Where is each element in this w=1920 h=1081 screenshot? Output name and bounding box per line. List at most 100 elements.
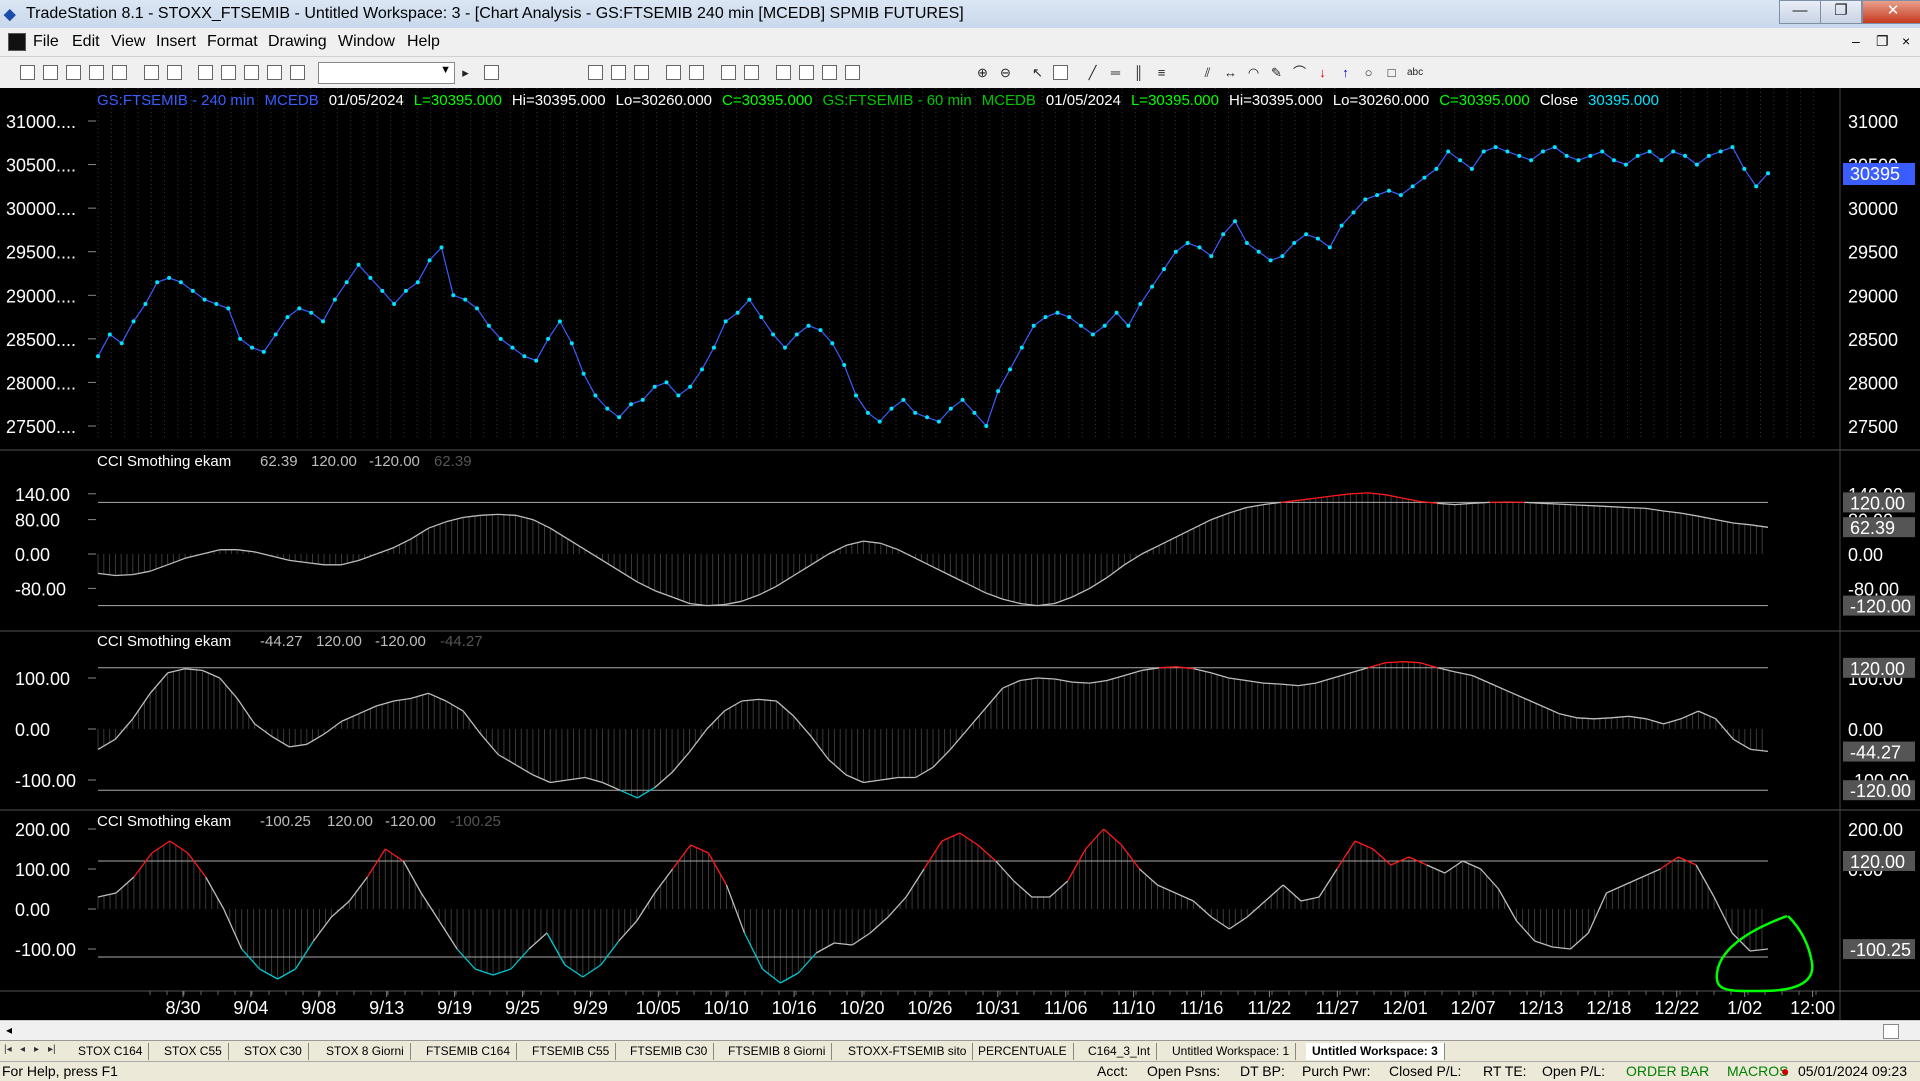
workspace-tab[interactable]: FTSEMIB C55 — [526, 1043, 616, 1060]
down-arrow-icon[interactable]: ↓ — [1315, 65, 1330, 80]
cut-icon[interactable] — [198, 65, 213, 80]
data-window-icon[interactable] — [1053, 65, 1068, 80]
menu-format[interactable]: Format — [207, 33, 258, 51]
price-point — [1363, 197, 1367, 201]
scroll-thumb[interactable] — [1883, 1024, 1899, 1039]
new-icon[interactable] — [20, 65, 35, 80]
save-all-icon[interactable] — [66, 65, 81, 80]
workspace-tab[interactable]: Untitled Workspace: 3 — [1306, 1043, 1445, 1060]
line-chart-icon[interactable] — [822, 65, 837, 80]
zoom-out-icon[interactable]: ⊖ — [998, 65, 1013, 80]
palette-icon[interactable] — [290, 65, 305, 80]
menu-edit[interactable]: Edit — [72, 33, 100, 51]
trendline-icon[interactable]: ╱ — [1085, 65, 1100, 80]
menu-insert[interactable]: Insert — [156, 33, 196, 51]
paint-icon[interactable] — [267, 65, 282, 80]
vertical-line-icon[interactable]: ║ — [1131, 65, 1146, 80]
workspace-tab[interactable]: C164_3_Int — [1082, 1043, 1157, 1060]
menu-drawing[interactable]: Drawing — [268, 33, 327, 51]
cci-line-segment — [603, 560, 620, 571]
symbol-combo[interactable]: ▼ — [318, 62, 455, 84]
price-point — [901, 398, 905, 402]
lock-icon[interactable] — [244, 65, 259, 80]
chart-svg[interactable]: GS:FTSEMIB - 240 minMCEDB01/05/2024L=303… — [0, 88, 1920, 1020]
cci-line-segment — [1373, 849, 1391, 865]
workspace-tab[interactable]: FTSEMIB C30 — [624, 1043, 714, 1060]
price-point — [712, 346, 716, 350]
minimize-button[interactable]: — — [1779, 0, 1821, 24]
up-arrow-icon[interactable]: ↑ — [1338, 65, 1353, 80]
tab-first-icon[interactable]: |◂ — [4, 1044, 12, 1055]
workspace-tab[interactable]: FTSEMIB 8 Giorni — [722, 1043, 832, 1060]
workspace-tab[interactable]: STOX C30 — [238, 1043, 309, 1060]
print-icon[interactable] — [167, 65, 182, 80]
text-icon[interactable]: abc — [1407, 65, 1422, 80]
cci-line-segment — [385, 849, 403, 861]
scanner-icon[interactable] — [666, 65, 681, 80]
maximize-button[interactable]: ❐ — [1820, 0, 1862, 24]
pen-icon[interactable]: ✎ — [1269, 65, 1284, 80]
menu-help[interactable]: Help — [407, 33, 440, 51]
chart-area[interactable]: GS:FTSEMIB - 240 minMCEDB01/05/2024L=303… — [0, 88, 1920, 1048]
mdi-close-button[interactable]: × — [1902, 33, 1910, 49]
new-workspace-icon[interactable] — [89, 65, 104, 80]
cci-value-label: -44.27 — [1850, 743, 1901, 763]
cci-line-segment — [1020, 678, 1037, 681]
scroll-left-icon[interactable]: ◂ — [6, 1023, 12, 1037]
cci-line-segment — [1472, 502, 1489, 503]
point-figure-icon[interactable] — [845, 65, 860, 80]
workspace-tab[interactable]: STOX 8 Giorni — [320, 1043, 411, 1060]
workspace-tab[interactable]: STOXX-FTSEMIB sito — [842, 1043, 973, 1060]
time-label: 12/07 — [1451, 998, 1496, 1018]
mdi-restore-button[interactable]: ❐ — [1876, 33, 1889, 50]
workspace-tab[interactable]: Untitled Workspace: 1 — [1166, 1043, 1296, 1060]
cci-line-segment — [1751, 749, 1768, 751]
pointer-icon[interactable]: ↖ — [1030, 65, 1045, 80]
menu-file[interactable]: File — [33, 33, 59, 51]
workspace-tab[interactable]: PERCENTUALE — [972, 1043, 1074, 1060]
workspace-tab[interactable]: STOX C55 — [158, 1043, 229, 1060]
cci-left-tick: 100.00 — [15, 669, 70, 689]
zoom-in-icon[interactable]: ⊕ — [975, 65, 990, 80]
cci-left-tick: 0.00 — [15, 720, 50, 740]
print-preview-icon[interactable] — [144, 65, 159, 80]
arc-icon[interactable]: ⌒ — [1292, 65, 1307, 80]
copy-icon[interactable] — [221, 65, 236, 80]
cci-line-segment — [968, 709, 985, 729]
channel-icon[interactable]: ⫽ — [1200, 65, 1215, 80]
menu-window[interactable]: Window — [338, 33, 395, 51]
rectangle-icon[interactable]: □ — [1384, 65, 1399, 80]
analysis-icon[interactable] — [689, 65, 704, 80]
tab-prev-icon[interactable]: ◂ — [20, 1044, 25, 1055]
find-icon[interactable] — [484, 65, 499, 80]
insert-indicator-icon[interactable] — [721, 65, 736, 80]
status-order-bar[interactable]: ORDER BAR — [1626, 1063, 1709, 1079]
mdi-minimize-button[interactable]: – — [1852, 33, 1860, 49]
fib-icon[interactable]: ≡ — [1154, 65, 1169, 80]
price-point — [167, 276, 171, 280]
workspace-tab[interactable]: FTSEMIB C164 — [420, 1043, 517, 1060]
open-icon[interactable] — [43, 65, 58, 80]
matrix-icon[interactable] — [634, 65, 649, 80]
status-macros[interactable]: MACROS — [1727, 1063, 1788, 1079]
chart-window-icon[interactable] — [588, 65, 603, 80]
tab-next-icon[interactable]: ▸ — [34, 1044, 39, 1055]
candle-icon[interactable] — [799, 65, 814, 80]
close-workspace-icon[interactable] — [112, 65, 127, 80]
tab-last-icon[interactable]: ▸| — [48, 1044, 56, 1055]
insert-strategy-icon[interactable] — [744, 65, 759, 80]
arrow-icon[interactable]: ↔ — [1223, 65, 1238, 80]
cci-line-segment — [98, 573, 115, 575]
gann-fan-icon[interactable]: ◠ — [1246, 65, 1261, 80]
ellipse-icon[interactable]: ○ — [1361, 65, 1376, 80]
chevron-down-icon[interactable]: ▼ — [440, 64, 451, 76]
menu-view[interactable]: View — [111, 33, 145, 51]
bar-chart-icon[interactable] — [776, 65, 791, 80]
radar-icon[interactable] — [611, 65, 626, 80]
horizontal-line-icon[interactable]: ═ — [1108, 65, 1123, 80]
workspace-tab[interactable]: STOX C164 — [72, 1043, 149, 1060]
close-button[interactable]: ✕ — [1862, 0, 1920, 24]
cci-line-segment — [888, 897, 906, 917]
play-icon[interactable]: ▸ — [458, 65, 473, 80]
horizontal-scrollbar[interactable]: ◂ — [0, 1020, 1920, 1041]
